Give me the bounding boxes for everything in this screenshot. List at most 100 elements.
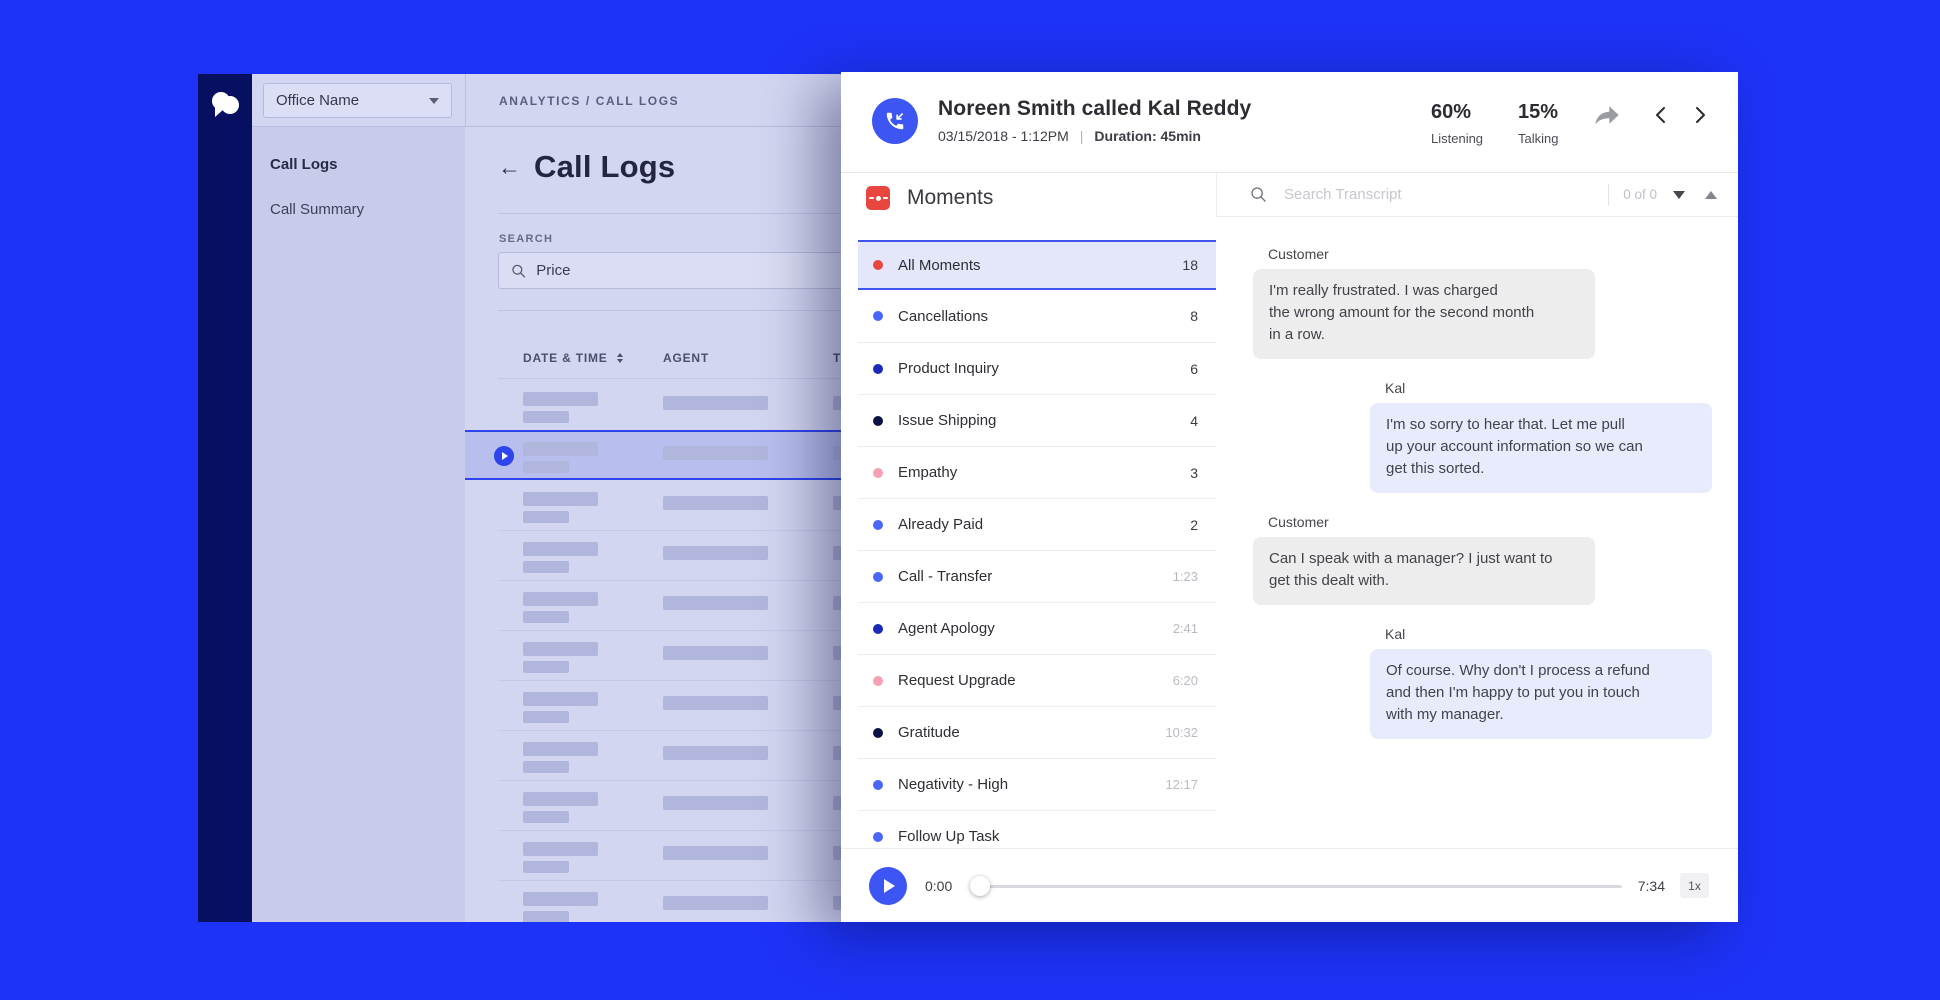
stat-listening: 60% Listening	[1431, 101, 1483, 146]
speaker-label: Kal	[1385, 626, 1406, 642]
seek-track[interactable]	[974, 884, 1622, 888]
topbar-divider	[465, 74, 466, 127]
column-cut: T	[833, 351, 841, 365]
table-row[interactable]	[465, 530, 841, 580]
table-row-selected[interactable]	[465, 430, 841, 480]
previous-result-icon[interactable]	[1705, 190, 1717, 199]
sort-icon[interactable]	[616, 353, 623, 363]
moment-item[interactable]: Follow Up Task	[858, 810, 1216, 848]
moment-item[interactable]: Negativity - High 12:17	[858, 758, 1216, 810]
divider	[1608, 183, 1610, 206]
table-row[interactable]	[465, 380, 841, 430]
moment-item[interactable]: Request Upgrade 6:20	[858, 654, 1216, 706]
call-duration: Duration: 45min	[1094, 128, 1201, 144]
share-button[interactable]	[1593, 103, 1621, 127]
search-icon	[512, 264, 526, 278]
divider	[498, 213, 841, 214]
table-row[interactable]	[465, 880, 841, 922]
play-button[interactable]	[869, 866, 907, 905]
table-row[interactable]	[465, 480, 841, 530]
moment-dot	[873, 571, 883, 582]
transcript-message: Customer I'm really frustrated. I was ch…	[1253, 246, 1712, 359]
moments-list: All Moments 18 Cancellations 8 Product I…	[858, 240, 1216, 848]
moment-dot	[873, 311, 883, 321]
call-logs-main: ← Call Logs SEARCH DATE & TIME AGENT T	[465, 127, 841, 922]
moment-item[interactable]: Product Inquiry 6	[858, 342, 1216, 394]
moment-dot	[873, 623, 883, 634]
call-logs-search[interactable]	[498, 252, 841, 289]
share-icon	[1595, 106, 1619, 125]
message-bubble: Of course. Why don't I process a refund …	[1370, 649, 1712, 739]
transcript-messages: Customer I'm really frustrated. I was ch…	[1216, 217, 1738, 760]
page-title: Call Logs	[534, 149, 676, 184]
transcript-search-bar: 0 of 0	[1216, 173, 1738, 217]
divider	[498, 310, 841, 311]
moment-item[interactable]: Already Paid 2	[858, 498, 1216, 550]
chevron-left-icon	[1656, 107, 1665, 123]
moment-item[interactable]: Cancellations 8	[858, 290, 1216, 342]
play-icon	[884, 878, 895, 893]
stat-talking: 15% Talking	[1518, 101, 1558, 146]
office-selector-label: Office Name	[276, 92, 360, 109]
message-bubble: I'm so sorry to hear that. Let me pull u…	[1370, 403, 1712, 493]
table-row[interactable]	[465, 730, 841, 780]
moment-dot	[873, 260, 883, 270]
office-selector[interactable]: Office Name	[263, 83, 452, 118]
table-header: DATE & TIME AGENT T	[465, 343, 841, 378]
moment-item[interactable]: Agent Apology 2:41	[858, 602, 1216, 654]
column-agent[interactable]: AGENT	[663, 351, 709, 365]
sidebar: Call Logs Call Summary	[252, 127, 465, 922]
column-date-time[interactable]: DATE & TIME	[523, 351, 608, 365]
speaker-label: Customer	[1268, 246, 1329, 262]
next-result-icon[interactable]	[1673, 190, 1685, 199]
transcript-panel: 0 of 0 Customer I'm really frustrated. I…	[1216, 173, 1738, 848]
table-row[interactable]	[465, 830, 841, 880]
call-title: Noreen Smith called Kal Reddy	[938, 97, 1252, 120]
moments-panel: Moments All Moments 18 Cancellations 8 P…	[841, 173, 1216, 848]
search-icon	[1251, 187, 1266, 202]
seek-bar[interactable]	[970, 875, 1622, 896]
message-bubble: I'm really frustrated. I was charged the…	[1253, 269, 1595, 359]
separator: |	[1079, 128, 1084, 144]
stat-label: Talking	[1518, 131, 1559, 146]
total-time: 7:34	[1637, 877, 1665, 894]
sidebar-item-call-summary[interactable]: Call Summary	[252, 201, 465, 218]
table-row[interactable]	[465, 580, 841, 630]
sidebar-item-call-logs[interactable]: Call Logs	[252, 156, 465, 173]
moment-item[interactable]: Call - Transfer 1:23	[858, 550, 1216, 602]
moment-dot	[873, 519, 883, 530]
table-header-underline	[498, 378, 841, 379]
moment-item[interactable]: Gratitude 10:32	[858, 706, 1216, 758]
transcript-message: Customer Can I speak with a manager? I j…	[1253, 514, 1712, 605]
moment-item-all-moments[interactable]: All Moments 18	[858, 240, 1216, 290]
speaker-label: Kal	[1385, 380, 1406, 396]
search-label: SEARCH	[499, 233, 554, 245]
row-play-button[interactable]	[494, 446, 514, 466]
chevron-right-icon	[1696, 107, 1705, 123]
table-row[interactable]	[465, 780, 841, 830]
current-time: 0:00	[925, 877, 953, 894]
audio-player: 0:00 7:34 1x	[841, 848, 1738, 922]
table-row[interactable]	[465, 680, 841, 730]
moment-dot	[873, 727, 883, 738]
transcript-search-input[interactable]	[1284, 186, 1609, 203]
app-rail	[198, 74, 252, 922]
transcript-message: Kal Of course. Why don't I process a ref…	[1370, 626, 1712, 739]
speaker-label: Customer	[1268, 514, 1329, 530]
moment-dot	[873, 831, 883, 842]
previous-call-button[interactable]	[1651, 105, 1671, 125]
back-arrow-icon[interactable]: ←	[498, 155, 521, 179]
dialpad-logo-icon	[208, 90, 242, 125]
search-input[interactable]	[536, 262, 841, 279]
moments-icon	[866, 186, 890, 210]
moment-item[interactable]: Issue Shipping 4	[858, 394, 1216, 446]
moment-item[interactable]: Empathy 3	[858, 446, 1216, 498]
message-bubble: Can I speak with a manager? I just want …	[1253, 537, 1595, 605]
next-call-button[interactable]	[1690, 105, 1710, 125]
incoming-call-icon	[886, 112, 904, 130]
seek-knob[interactable]	[970, 875, 991, 896]
playback-speed-button[interactable]: 1x	[1680, 873, 1709, 898]
table-row[interactable]	[465, 630, 841, 680]
stat-label: Listening	[1431, 131, 1484, 146]
call-detail-panel: Noreen Smith called Kal Reddy 03/15/2018…	[841, 72, 1738, 922]
